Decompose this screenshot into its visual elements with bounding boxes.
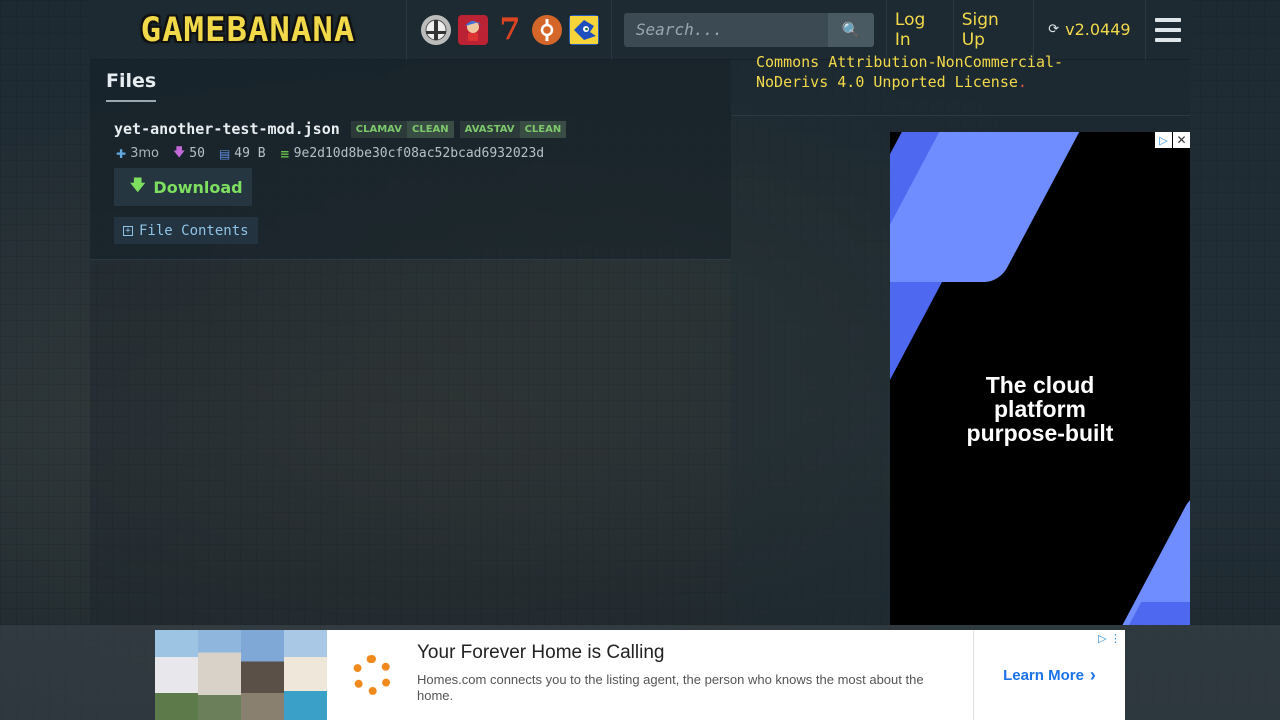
seven-icon[interactable]: 7 <box>495 12 525 47</box>
adchoices-icon[interactable]: ▷ <box>1155 132 1172 148</box>
side-ad-headline-line: purpose-built <box>966 420 1114 446</box>
bottom-ad-title[interactable]: Your Forever Home is Calling <box>417 642 953 664</box>
adchoices-badge[interactable]: ▷ ✕ <box>1155 132 1190 148</box>
login-link[interactable]: Log In <box>887 0 954 60</box>
learn-more-label: Learn More <box>1003 666 1084 684</box>
adchoices-icon[interactable]: ▷ ⋮ <box>1098 632 1121 645</box>
house-photo <box>241 630 284 720</box>
license-text: Commons Attribution-NonCommercial- NoDer… <box>756 52 1156 92</box>
side-ad-headline-line: platform <box>994 396 1086 422</box>
file-downloads: 🡇 50 <box>173 143 205 164</box>
file-contents-toggle[interactable]: + File Contents <box>114 217 258 244</box>
file-icon: ▤ <box>218 146 231 161</box>
download-label: Download <box>153 177 243 197</box>
file-row: yet-another-test-mod.json CLAMAV CLEAN A… <box>114 120 567 138</box>
scan-status-avastav: CLEAN <box>519 120 567 138</box>
download-arrow-icon: 🡇 <box>172 145 186 159</box>
side-advertisement[interactable]: The cloud platform purpose-built ▷ ✕ <box>890 132 1190 625</box>
expand-icon: + <box>123 225 133 236</box>
ad-house-photos <box>155 630 327 720</box>
license-line-1[interactable]: Commons Attribution-NonCommercial- <box>756 52 1156 72</box>
file-name: yet-another-test-mod.json <box>114 120 340 138</box>
search-input[interactable] <box>623 12 828 47</box>
file-size: ▤ 49 B <box>219 146 266 161</box>
smash-bros-icon[interactable] <box>420 14 451 45</box>
download-icon: 🡇 <box>130 175 146 194</box>
ad-shape <box>1098 602 1190 625</box>
scan-engine-clamav: CLAMAV <box>350 120 407 138</box>
content-area <box>90 260 731 625</box>
site-logo[interactable]: GAMEBANANA <box>90 0 407 60</box>
search-icon: 🔍 <box>841 21 861 39</box>
plus-icon: ✚ <box>116 146 127 161</box>
side-ad-headline: The cloud platform purpose-built <box>890 373 1190 445</box>
sonic-icon[interactable] <box>568 14 599 45</box>
file-meta: ✚ 3mo 🡇 50 ▤ 49 B ≡ 9e2d10d8be30cf08ac52… <box>116 143 558 164</box>
house-photo <box>155 630 198 720</box>
scan-engine-avastav: AVASTAV <box>459 120 520 138</box>
menu-button[interactable] <box>1146 0 1190 60</box>
download-button[interactable]: 🡇 Download <box>114 168 252 206</box>
game-icons: 7 <box>407 0 612 60</box>
search-bar: 🔍 <box>612 0 887 60</box>
files-module: Files yet-another-test-mod.json CLAMAV C… <box>90 60 731 260</box>
fnf-icon[interactable] <box>457 14 488 45</box>
files-heading: Files <box>106 70 157 102</box>
bottom-advertisement[interactable]: Your Forever Home is Calling Homes.com c… <box>155 630 1125 720</box>
scan-status-clamav: CLEAN <box>406 120 454 138</box>
search-button[interactable]: 🔍 <box>827 12 874 47</box>
signup-link[interactable]: Sign Up <box>954 0 1035 60</box>
file-md5: ≡ 9e2d10d8be30cf08ac52bcad6932023d <box>280 146 545 161</box>
license-period: . <box>1017 73 1027 91</box>
logo-text: GAMEBANANA <box>140 9 356 50</box>
file-size-value: 49 B <box>234 146 266 161</box>
file-md5-value: 9e2d10d8be30cf08ac52bcad6932023d <box>293 146 545 161</box>
refresh-icon: ⟳ <box>1048 22 1060 37</box>
homes-logo-icon <box>327 630 417 720</box>
hash-icon: ≡ <box>279 146 290 161</box>
file-downloads-value: 50 <box>189 146 205 161</box>
close-ad-icon[interactable]: ✕ <box>1173 132 1190 148</box>
house-photo <box>284 630 327 720</box>
bottom-ad-description: Homes.com connects you to the listing ag… <box>417 672 924 703</box>
house-photo <box>198 630 241 720</box>
file-age: ✚ 3mo <box>116 146 159 161</box>
version-link[interactable]: ⟳ v2.0449 <box>1034 0 1146 60</box>
tf2-icon[interactable] <box>531 14 562 45</box>
license-line-2[interactable]: NoDerivs 4.0 Unported License <box>756 73 1018 91</box>
chevron-right-icon: › <box>1089 664 1096 685</box>
ad-copy: Your Forever Home is Calling Homes.com c… <box>417 630 973 720</box>
sidebar-divider <box>731 115 1190 116</box>
file-contents-label: File Contents <box>139 222 249 239</box>
version-label: v2.0449 <box>1065 20 1131 39</box>
side-ad-headline-line: The cloud <box>985 372 1095 398</box>
file-age-value: 3mo <box>130 146 159 161</box>
hamburger-icon <box>1154 17 1181 42</box>
site-header: GAMEBANANA 7 🔍 Log In Sign Up ⟳ v2.0449 <box>90 0 1190 60</box>
